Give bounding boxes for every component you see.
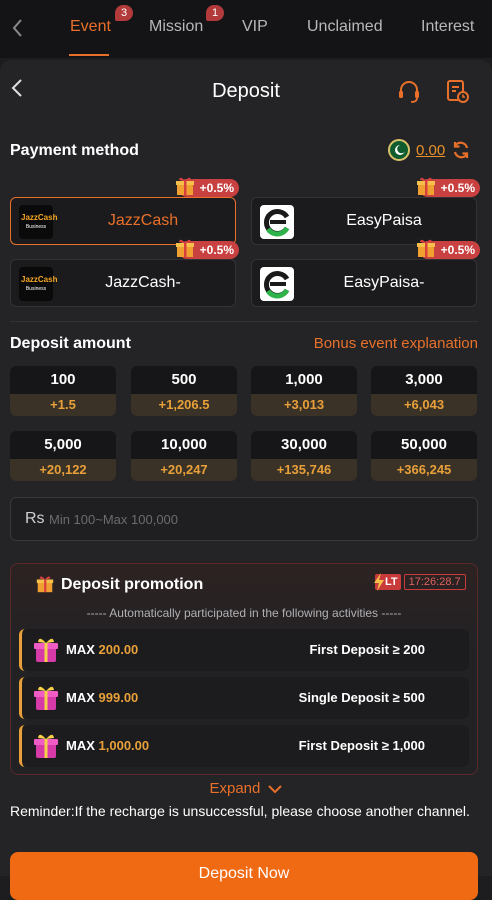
max-value: 200.00 <box>98 642 139 657</box>
promotion-item[interactable]: MAX 999.00 Single Deposit ≥ 500 <box>19 677 469 719</box>
deposit-promotion-panel: Deposit promotion LT 17:26:28.7 ----- Au… <box>10 563 478 775</box>
tab-vip[interactable]: VIP <box>242 18 268 36</box>
gift-box-icon <box>34 638 58 662</box>
gift-icon <box>175 239 194 257</box>
payment-option-easypaisa-2[interactable]: EasyPaisa- +0.5% <box>251 239 480 307</box>
bonus-badge: +0.5% <box>416 177 480 197</box>
countdown-timer: 17:26:28.7 <box>403 574 466 590</box>
lightning-icon <box>374 573 384 591</box>
tab-mission[interactable]: Mission <box>149 18 203 36</box>
max-label: MAX <box>66 690 95 705</box>
gift-icon <box>175 177 194 195</box>
bonus-event-explanation-link[interactable]: Bonus event explanation <box>314 335 478 352</box>
headset-support-icon[interactable] <box>396 78 422 104</box>
tab-event-badge: 3 <box>115 5 133 21</box>
payment-option-label: EasyPaisa- <box>343 274 425 291</box>
promotion-subtitle: ----- Automatically participated in the … <box>86 606 402 620</box>
amount-option-5000[interactable]: 5,000 +20,122 <box>10 431 116 481</box>
tab-unclaimed[interactable]: Unclaimed <box>307 18 383 36</box>
amount-input-field: Rs <box>10 497 478 541</box>
bonus-badge: +0.5% <box>175 239 239 259</box>
expand-label: Expand <box>209 780 261 797</box>
payment-option-jazzcash[interactable]: JazzCash Business JazzCash +0.5% <box>10 177 239 245</box>
deposit-amount-title: Deposit amount <box>10 335 131 352</box>
promotion-condition: Single Deposit ≥ 500 <box>298 690 425 705</box>
tab-mission-badge: 1 <box>206 5 224 21</box>
gift-icon <box>416 239 435 257</box>
deposit-sheet: Deposit Payment method 0.00 JazzCash Bus… <box>0 60 492 900</box>
gift-icon <box>416 177 435 195</box>
promotion-condition: First Deposit ≥ 200 <box>309 642 425 657</box>
amount-option-500[interactable]: 500 +1,206.5 <box>131 366 237 416</box>
balance-display: 0.00 <box>388 138 471 162</box>
gift-box-icon <box>34 734 58 758</box>
payment-option-label: JazzCash- <box>105 274 181 291</box>
promotion-item[interactable]: MAX 1,000.00 First Deposit ≥ 1,000 <box>19 725 469 767</box>
max-value: 1,000.00 <box>98 738 150 753</box>
jazzcash-logo: JazzCash Business <box>19 267 57 301</box>
payment-method-title: Payment method <box>10 142 139 159</box>
amount-option-1000[interactable]: 1,000 +3,013 <box>251 366 357 416</box>
max-value: 999.00 <box>98 690 139 705</box>
pakistan-flag-icon <box>388 139 410 161</box>
max-label: MAX <box>66 642 95 657</box>
section-divider <box>10 321 478 322</box>
promotion-title: Deposit promotion <box>61 576 204 593</box>
amount-option-30000[interactable]: 30,000 +135,746 <box>251 431 357 481</box>
expand-button[interactable]: Expand <box>0 780 492 797</box>
jazzcash-logo: JazzCash Business <box>19 205 57 239</box>
bonus-badge: +0.5% <box>175 177 239 197</box>
gift-box-icon <box>34 686 58 710</box>
currency-label: Rs <box>25 510 45 527</box>
amount-option-3000[interactable]: 3,000 +6,043 <box>371 366 477 416</box>
active-tab-indicator <box>69 54 109 56</box>
promotion-condition: First Deposit ≥ 1,000 <box>298 738 425 753</box>
countdown: LT 17:26:28.7 <box>374 573 466 591</box>
easypaisa-logo <box>260 267 294 301</box>
tab-event[interactable]: Event <box>70 18 111 36</box>
balance-value: 0.00 <box>416 141 446 159</box>
deposit-now-button[interactable]: Deposit Now <box>10 852 478 900</box>
amount-option-50000[interactable]: 50,000 +366,245 <box>371 431 477 481</box>
amount-input[interactable] <box>49 506 449 532</box>
chevron-down-icon <box>267 785 282 794</box>
amount-option-100[interactable]: 100 +1.5 <box>10 366 116 416</box>
refresh-icon[interactable] <box>451 140 471 160</box>
payment-option-label: EasyPaisa <box>346 212 422 229</box>
reminder-text: Reminder:If the recharge is unsuccessful… <box>10 803 470 819</box>
bonus-badge: +0.5% <box>416 239 480 259</box>
amount-option-10000[interactable]: 10,000 +20,247 <box>131 431 237 481</box>
deposit-history-icon[interactable] <box>444 78 470 104</box>
tab-interest[interactable]: Interest <box>421 18 474 36</box>
gift-icon <box>36 576 54 593</box>
payment-option-easypaisa[interactable]: EasyPaisa +0.5% <box>251 177 480 245</box>
max-label: MAX <box>66 738 95 753</box>
easypaisa-logo <box>260 205 294 239</box>
payment-option-jazzcash-2[interactable]: JazzCash Business JazzCash- +0.5% <box>10 239 239 307</box>
back-arrow-icon[interactable] <box>10 16 30 40</box>
payment-option-label: JazzCash <box>107 212 179 229</box>
top-nav: Event 3 Mission 1 VIP Unclaimed Interest <box>0 0 492 58</box>
promotion-item[interactable]: MAX 200.00 First Deposit ≥ 200 <box>19 629 469 671</box>
